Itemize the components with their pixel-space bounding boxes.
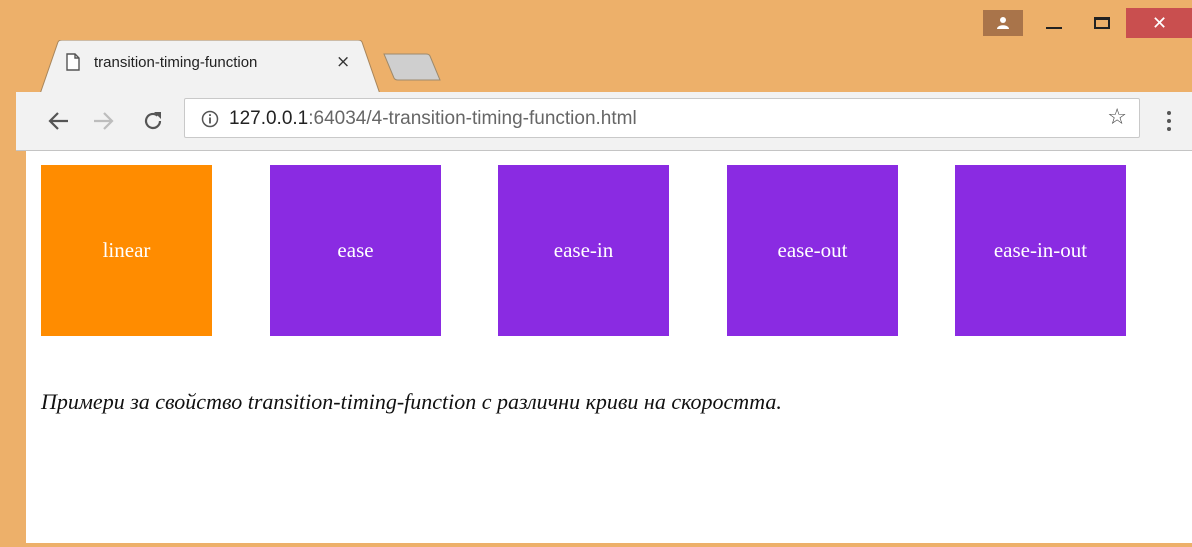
url-host: 127.0.0.1 (229, 108, 309, 129)
page-caption: Примери за свойство transition-timing-fu… (41, 389, 782, 414)
browser-menu-button[interactable] (1154, 106, 1184, 136)
minimize-button[interactable] (1040, 10, 1068, 36)
browser-window: ✕ transition-timing-function × 127.0.0.1… (0, 0, 1192, 547)
menu-dot (1167, 111, 1171, 115)
box-label: ease (337, 238, 374, 262)
page-content: linear ease ease-in ease-out ease-in-out… (26, 151, 1192, 543)
maximize-icon (1094, 17, 1110, 29)
tab-active[interactable]: transition-timing-function × (40, 40, 380, 94)
reload-button[interactable] (140, 108, 166, 134)
browser-toolbar: 127.0.0.1:64034/4-transition-timing-func… (16, 92, 1192, 151)
box-linear[interactable]: linear (41, 165, 212, 336)
box-label: ease-out (777, 238, 848, 262)
info-icon[interactable] (201, 110, 219, 128)
minimize-icon (1046, 27, 1062, 29)
address-bar[interactable]: 127.0.0.1:64034/4-transition-timing-func… (184, 98, 1140, 138)
close-icon: ✕ (1151, 12, 1168, 34)
document-icon (66, 53, 80, 71)
tab-title: transition-timing-function (94, 54, 258, 71)
reload-icon (144, 112, 162, 130)
forward-button[interactable] (90, 108, 116, 134)
arrow-left-icon (48, 112, 68, 130)
maximize-button[interactable] (1086, 10, 1118, 36)
user-profile-button[interactable] (983, 10, 1023, 36)
box-label: ease-in-out (993, 238, 1088, 262)
box-label: ease-in (553, 238, 614, 262)
menu-dot (1167, 127, 1171, 131)
close-window-button[interactable]: ✕ (1126, 8, 1192, 38)
tab-close-button[interactable]: × (336, 52, 350, 72)
url-text[interactable]: 127.0.0.1:64034/4-transition-timing-func… (229, 108, 637, 130)
new-tab-button[interactable] (380, 52, 442, 82)
bookmark-star-icon[interactable]: ☆ (1107, 105, 1127, 130)
arrow-right-icon (94, 112, 114, 130)
url-path: :64034/4-transition-timing-function.html (308, 108, 637, 129)
box-ease-out[interactable]: ease-out (727, 165, 898, 336)
box-ease[interactable]: ease (270, 165, 441, 336)
menu-dot (1167, 119, 1171, 123)
box-ease-in-out[interactable]: ease-in-out (955, 165, 1126, 336)
back-button[interactable] (46, 108, 72, 134)
box-label: linear (102, 238, 151, 262)
box-ease-in[interactable]: ease-in (498, 165, 669, 336)
person-icon (997, 17, 1009, 29)
